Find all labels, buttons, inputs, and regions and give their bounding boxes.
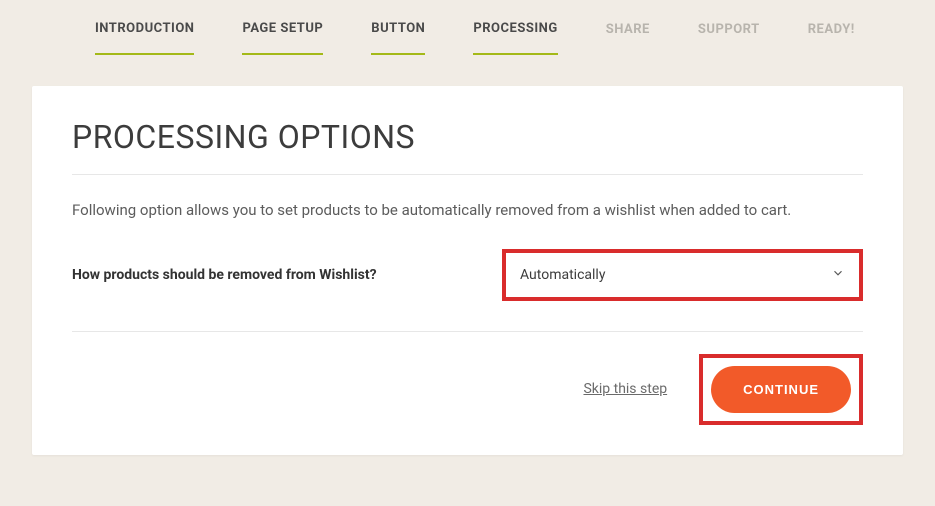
tab-button[interactable]: BUTTON <box>371 1 425 55</box>
page-description: Following option allows you to set produ… <box>72 175 863 249</box>
wizard-tabs: INTRODUCTION PAGE SETUP BUTTON PROCESSIN… <box>0 0 935 56</box>
tab-introduction[interactable]: INTRODUCTION <box>95 1 194 55</box>
select-highlight-box: Automatically <box>502 249 863 301</box>
tab-share: SHARE <box>606 2 650 54</box>
tab-processing[interactable]: PROCESSING <box>473 1 557 55</box>
skip-link[interactable]: Skip this step <box>583 381 667 397</box>
continue-button[interactable]: CONTINUE <box>711 366 851 413</box>
removal-mode-select[interactable]: Automatically <box>506 253 859 297</box>
content-card: PROCESSING OPTIONS Following option allo… <box>32 86 903 455</box>
tab-page-setup[interactable]: PAGE SETUP <box>242 1 323 55</box>
chevron-down-icon <box>831 266 845 284</box>
field-label: How products should be removed from Wish… <box>72 267 442 283</box>
continue-highlight-box: CONTINUE <box>699 354 863 425</box>
tab-ready: READY! <box>808 2 855 54</box>
select-value: Automatically <box>520 267 605 283</box>
page-title: PROCESSING OPTIONS <box>72 118 863 175</box>
footer-actions: Skip this step CONTINUE <box>72 332 863 425</box>
option-row: How products should be removed from Wish… <box>72 249 863 332</box>
tab-support: SUPPORT <box>698 2 760 54</box>
